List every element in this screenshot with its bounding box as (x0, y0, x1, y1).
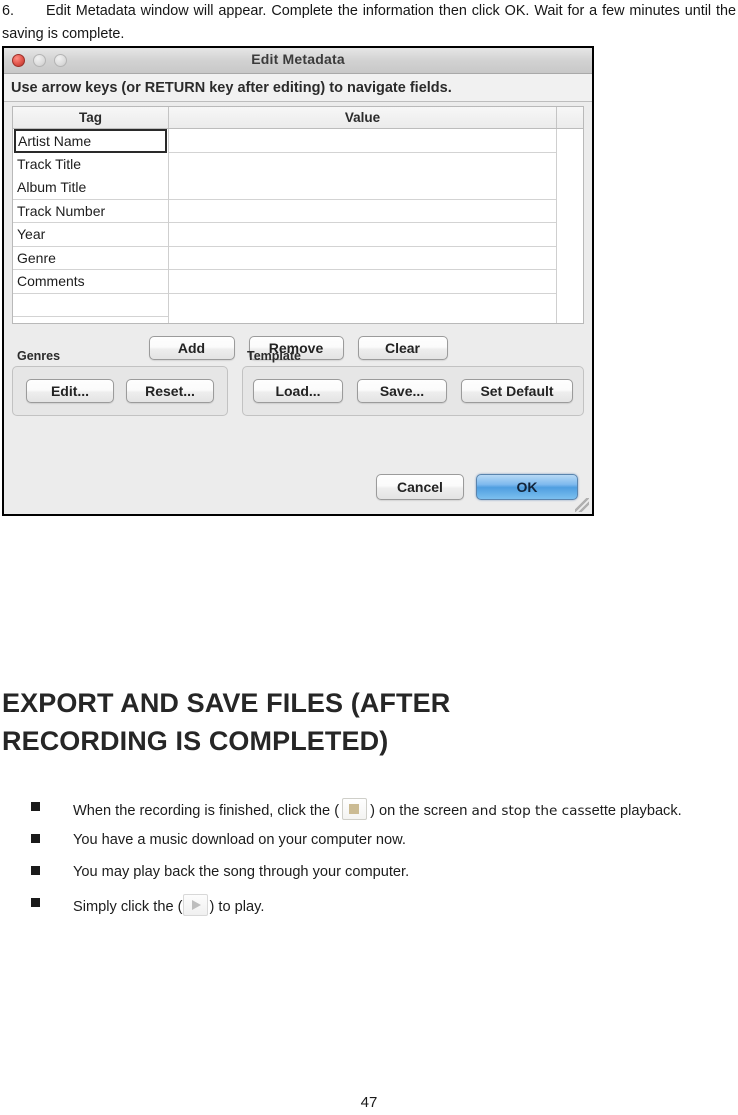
resize-grip-icon[interactable] (575, 498, 589, 512)
value-cell[interactable] (169, 294, 556, 318)
genres-group-label: Genres (17, 349, 61, 363)
clear-button[interactable]: Clear (357, 336, 448, 360)
step-text: Edit Metadata window will appear. Comple… (2, 3, 736, 42)
template-group-label: Template (247, 349, 301, 363)
add-button[interactable]: Add (148, 336, 235, 360)
bullet-1-pre: When the recording is finished, click th… (73, 803, 340, 819)
template-save-button[interactable]: Save... (357, 379, 447, 403)
value-cell[interactable] (169, 153, 556, 200)
bullet-1-mid: ) on the screen (370, 803, 472, 819)
ok-button[interactable]: OK (476, 474, 578, 500)
column-header-value[interactable]: Value (169, 107, 557, 128)
play-button-icon[interactable] (183, 894, 209, 916)
table-row[interactable]: Track Number (13, 200, 168, 223)
list-item: You may play back the song through your … (0, 862, 738, 894)
value-cell[interactable] (169, 200, 556, 223)
list-item-text: When the recording is finished, click th… (73, 798, 682, 821)
template-load-button[interactable]: Load... (253, 379, 343, 403)
table-row[interactable]: Comments (13, 270, 168, 294)
page-number: 47 (360, 1094, 378, 1111)
table-header-row: Tag Value (13, 107, 583, 129)
bullet-1-bold: and stop the cass (471, 803, 592, 819)
value-cell[interactable] (169, 223, 556, 247)
metadata-table: Tag Value Artist Name Track Title Album … (12, 106, 584, 324)
tag-column: Artist Name Track Title Album Title Trac… (13, 129, 169, 323)
page-title: EXPORT AND SAVE FILES (AFTER RECORDING I… (2, 688, 451, 756)
value-cell[interactable] (169, 129, 556, 153)
bullet-square-icon (31, 898, 40, 907)
stop-button-icon[interactable] (342, 798, 368, 820)
list-item-text: You have a music download on your comput… (73, 832, 406, 848)
list-item: Simply click the ( ) to play. (0, 894, 738, 926)
step-number: 6. (2, 3, 15, 19)
table-vertical-scrollbar[interactable] (557, 129, 583, 323)
dialog-title: Edit Metadata (251, 51, 345, 67)
list-item: When the recording is finished, click th… (0, 798, 738, 830)
table-row[interactable]: Genre (13, 247, 168, 270)
list-item: You have a music download on your comput… (0, 830, 738, 862)
table-row[interactable]: Album Title (13, 176, 168, 200)
step-paragraph: 6. Edit Metadata window will appear. Comp… (2, 0, 736, 46)
bullet-4-pre: Simply click the ( (73, 899, 183, 915)
bullet-list: When the recording is finished, click th… (0, 798, 738, 926)
list-item-text: Simply click the ( ) to play. (73, 894, 264, 917)
template-set-default-button[interactable]: Set Default (461, 379, 573, 403)
list-item-text: You may play back the song through your … (73, 864, 410, 880)
genres-edit-button[interactable]: Edit... (26, 379, 114, 403)
value-cell[interactable] (169, 270, 556, 294)
bullet-square-icon (31, 802, 40, 811)
option-groups: Genres Edit... Reset... Template Load...… (12, 349, 584, 416)
bullet-1-post: ette playback. (591, 803, 682, 819)
bullet-square-icon (31, 834, 40, 843)
table-row[interactable]: Track Title (13, 153, 168, 177)
template-group: Template Load... Save... Set Default (242, 349, 584, 416)
table-body: Artist Name Track Title Album Title Trac… (13, 129, 583, 323)
genres-group: Genres Edit... Reset... (12, 349, 228, 416)
dialog-footer-buttons: Cancel OK (376, 474, 578, 500)
genres-reset-button[interactable]: Reset... (126, 379, 214, 403)
table-row[interactable] (13, 294, 168, 317)
dialog-hint: Use arrow keys (or RETURN key after edit… (4, 74, 592, 102)
bullet-square-icon (31, 866, 40, 875)
edit-metadata-dialog: Edit Metadata Use arrow keys (or RETURN … (2, 46, 594, 516)
dialog-titlebar[interactable]: Edit Metadata (4, 48, 592, 74)
bullet-4-mid: ) to play. (209, 899, 265, 915)
value-column (169, 129, 557, 323)
column-header-spacer (557, 107, 583, 128)
table-row[interactable]: Year (13, 223, 168, 247)
value-cell[interactable] (169, 247, 556, 270)
cancel-button[interactable]: Cancel (376, 474, 464, 500)
column-header-tag[interactable]: Tag (13, 107, 169, 128)
table-row[interactable]: Artist Name (14, 129, 167, 153)
